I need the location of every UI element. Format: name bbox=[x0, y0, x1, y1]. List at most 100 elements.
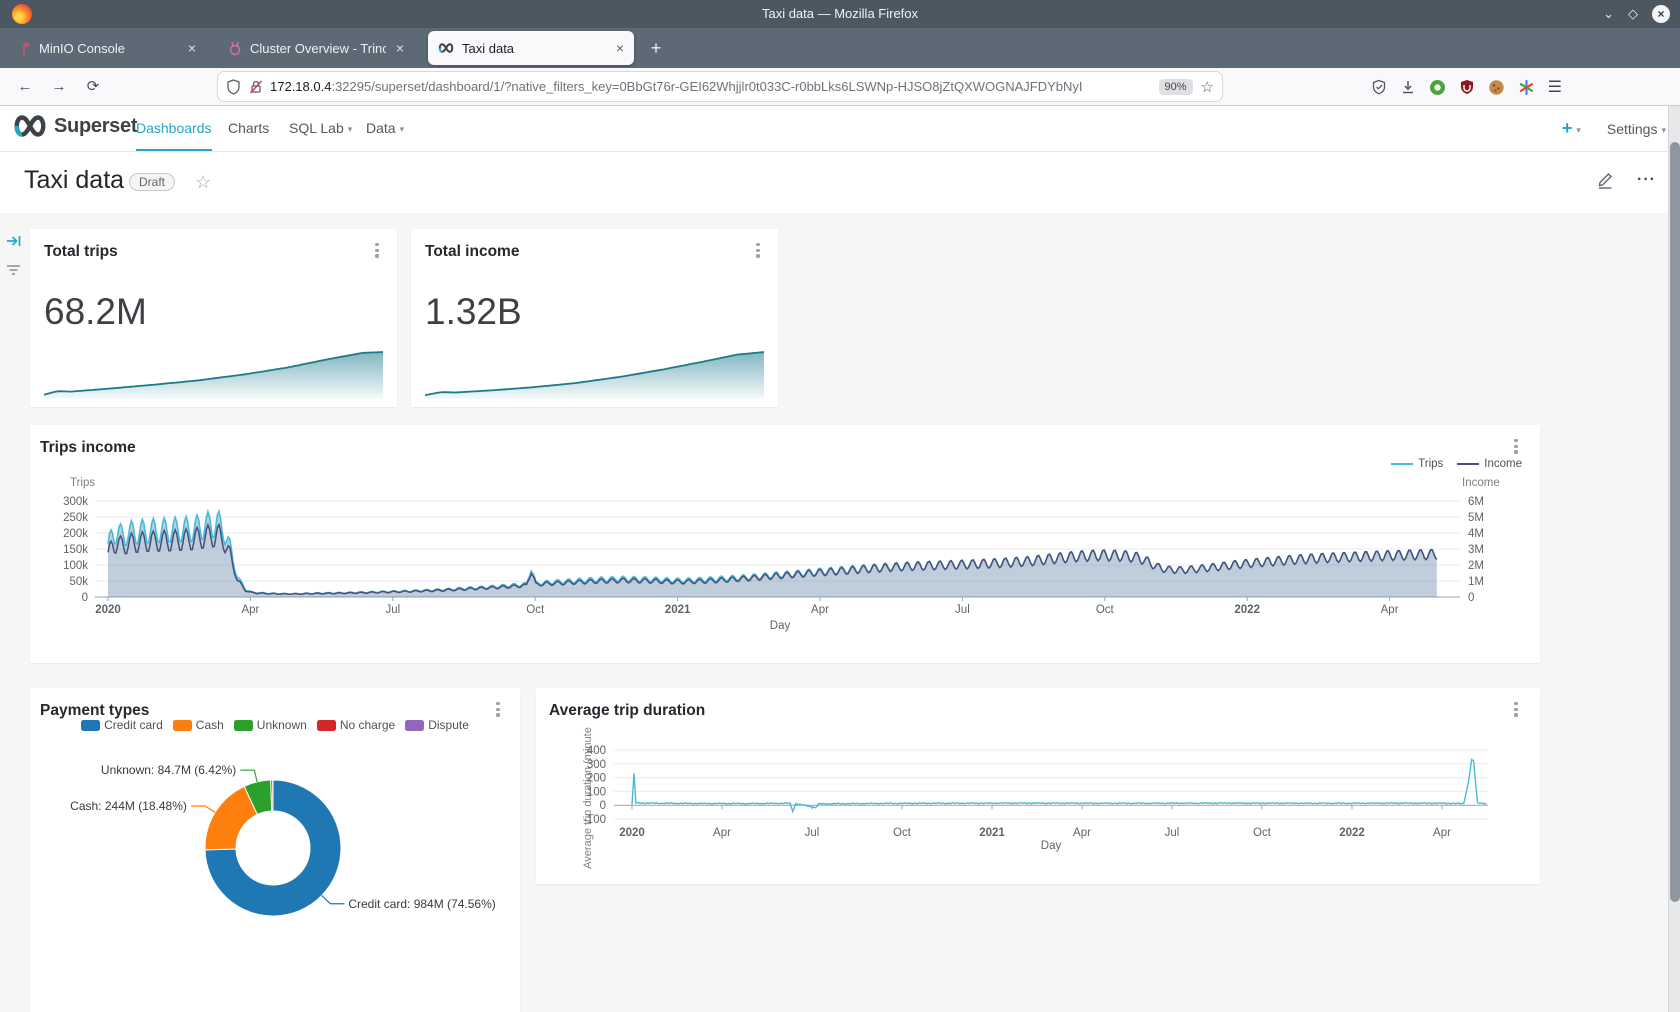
x-axis-tick-label: Oct bbox=[1253, 827, 1272, 839]
minio-flamingo-icon bbox=[18, 41, 31, 56]
scrollbar-thumb[interactable] bbox=[1670, 142, 1680, 902]
url-host: 172.18.0.4 bbox=[270, 79, 331, 94]
window-maximize-button[interactable]: ◇ bbox=[1628, 6, 1638, 22]
nav-item-data[interactable]: Data▾ bbox=[366, 106, 404, 151]
y-axis-tick-label: 0 bbox=[600, 800, 606, 812]
pie-annotation: Unknown: 84.7M (6.42%) bbox=[101, 763, 236, 777]
x-axis-tick-label: 2020 bbox=[619, 827, 645, 839]
big-number-value: 68.2M bbox=[44, 291, 147, 333]
tab-minio-console[interactable]: MinIO Console × bbox=[8, 31, 206, 65]
chevron-down-icon: ▾ bbox=[400, 124, 405, 134]
trino-bunny-icon bbox=[228, 41, 242, 56]
y-axis-tick-label: 0 bbox=[82, 592, 88, 604]
window-minimize-button[interactable]: ⌄ bbox=[1603, 6, 1614, 22]
tab-trino[interactable]: Cluster Overview - Trino × bbox=[218, 31, 414, 65]
x-axis-tick-label: Jul bbox=[805, 827, 820, 839]
nav-item-sql-lab[interactable]: SQL Lab▾ bbox=[289, 106, 352, 151]
tracking-shield-icon[interactable] bbox=[226, 79, 241, 95]
x-axis-tick-label: Oct bbox=[1096, 604, 1115, 616]
extension-green-icon[interactable] bbox=[1429, 79, 1446, 96]
browser-window: Taxi data — Mozilla Firefox ⌄ ◇ × MinIO … bbox=[0, 0, 1680, 1012]
chart-menu-kebab-icon[interactable] bbox=[752, 243, 764, 261]
y-axis-tick-label: 100 bbox=[587, 786, 606, 798]
avg-trip-duration-plot: 4003002001000-1002020AprJulOct2021AprJul… bbox=[536, 688, 1540, 884]
cookie-extension-icon[interactable] bbox=[1488, 79, 1505, 96]
x-axis-title: Day bbox=[1001, 840, 1101, 852]
y-axis-tick-label: -100 bbox=[583, 814, 606, 826]
page-scrollbar[interactable] bbox=[1668, 106, 1680, 1012]
x-axis-tick-label: 2021 bbox=[665, 604, 691, 616]
y-axis-tick-label: 100k bbox=[63, 560, 88, 572]
nav-item-dashboards[interactable]: Dashboards bbox=[136, 106, 212, 151]
x-axis-tick-label: Apr bbox=[241, 604, 259, 616]
edit-pencil-icon[interactable] bbox=[1595, 170, 1615, 190]
x-axis-tick-label: Jul bbox=[955, 604, 970, 616]
reload-button[interactable]: ⟳ bbox=[80, 74, 106, 100]
y-axis-tick-label: 4M bbox=[1468, 528, 1484, 540]
protections-shield-icon[interactable] bbox=[1371, 79, 1387, 95]
y-axis-tick-label: 300 bbox=[587, 759, 606, 771]
x-axis-tick-label: 2020 bbox=[95, 604, 121, 616]
chevron-down-icon: ▾ bbox=[1661, 125, 1666, 135]
insecure-lock-icon[interactable] bbox=[248, 79, 264, 95]
filter-funnel-icon[interactable] bbox=[5, 263, 22, 278]
superset-infinity-icon bbox=[12, 114, 48, 138]
window-close-button[interactable]: × bbox=[1652, 5, 1670, 23]
superset-brand-name: Superset bbox=[54, 115, 137, 138]
expand-filter-bar-icon[interactable] bbox=[5, 233, 22, 249]
x-axis-tick-label: Apr bbox=[713, 827, 731, 839]
payment-types-donut: Unknown: 84.7M (6.42%)Cash: 244M (18.48%… bbox=[30, 688, 520, 1012]
ublock-origin-icon[interactable] bbox=[1459, 79, 1475, 95]
chevron-down-icon: ▾ bbox=[1576, 125, 1581, 135]
tab-close-icon[interactable]: × bbox=[396, 40, 404, 56]
y-axis-tick-label: 200k bbox=[63, 528, 88, 540]
tab-strip: MinIO Console × Cluster Overview - Trino… bbox=[0, 28, 1680, 68]
new-object-button[interactable]: +▾ bbox=[1562, 118, 1581, 139]
superset-logo[interactable]: Superset bbox=[12, 114, 137, 138]
y-axis-tick-label: 250k bbox=[63, 512, 88, 524]
x-axis-tick-label: 2022 bbox=[1339, 827, 1365, 839]
url-text[interactable]: 172.18.0.4:32295/superset/dashboard/1/?n… bbox=[270, 79, 1151, 94]
bookmark-star-icon[interactable]: ☆ bbox=[1201, 78, 1214, 96]
tab-close-icon[interactable]: × bbox=[616, 40, 624, 56]
y-axis-tick-label: 200 bbox=[587, 773, 606, 785]
tab-taxi-data-active[interactable]: Taxi data × bbox=[428, 31, 634, 65]
y-axis-tick-label: 3M bbox=[1468, 544, 1484, 556]
superset-tab-icon bbox=[438, 43, 454, 53]
y-axis-tick-label: 50k bbox=[69, 576, 88, 588]
favorite-star-icon[interactable]: ☆ bbox=[195, 172, 211, 193]
chart-card-total-trips: Total trips 68.2M bbox=[30, 229, 397, 407]
nav-item-charts[interactable]: Charts bbox=[228, 106, 269, 151]
tab-label: Cluster Overview - Trino bbox=[250, 41, 386, 56]
pie-annotation: Credit card: 984M (74.56%) bbox=[348, 897, 495, 911]
x-axis-tick-label: Oct bbox=[893, 827, 912, 839]
chart-card-trips-income: Trips income TripsIncome 300k6M250k5M200… bbox=[30, 425, 1540, 663]
x-axis-tick-label: 2022 bbox=[1234, 604, 1260, 616]
y-axis-tick-label: 300k bbox=[63, 496, 88, 508]
chart-card-avg-trip-duration: Average trip duration Average trip durat… bbox=[536, 688, 1540, 884]
y-axis-title-right: Income bbox=[1462, 477, 1500, 489]
tab-label: Taxi data bbox=[462, 41, 606, 56]
settings-menu[interactable]: Settings▾ bbox=[1607, 121, 1666, 137]
tab-close-icon[interactable]: × bbox=[188, 40, 196, 56]
dashboard-header: Taxi data Draft ☆ ··· bbox=[0, 152, 1680, 213]
forward-button[interactable]: → bbox=[46, 74, 72, 100]
back-button[interactable]: ← bbox=[12, 74, 38, 100]
x-axis-tick-label: Apr bbox=[811, 604, 829, 616]
menu-hamburger-icon[interactable]: ☰ bbox=[1548, 77, 1562, 97]
y-axis-tick-label: 2M bbox=[1468, 560, 1484, 572]
downloads-icon[interactable] bbox=[1400, 79, 1416, 95]
superset-navbar: Superset Dashboards Charts SQL Lab▾ Data… bbox=[0, 106, 1680, 152]
url-bar[interactable]: 172.18.0.4:32295/superset/dashboard/1/?n… bbox=[218, 72, 1222, 101]
y-axis-tick-label: 5M bbox=[1468, 512, 1484, 524]
y-axis-title-left: Trips bbox=[70, 477, 95, 489]
chart-menu-kebab-icon[interactable] bbox=[371, 243, 383, 261]
url-path: :32295/superset/dashboard/1/?native_filt… bbox=[331, 79, 1082, 94]
chart-card-total-income: Total income 1.32B bbox=[411, 229, 778, 407]
page-zoom-badge[interactable]: 90% bbox=[1159, 79, 1193, 95]
more-actions-icon[interactable]: ··· bbox=[1637, 171, 1656, 189]
new-tab-button[interactable]: + bbox=[644, 36, 668, 60]
x-axis-tick-label: Oct bbox=[526, 604, 545, 616]
color-asterisk-extension-icon[interactable] bbox=[1518, 79, 1535, 96]
trend-sparkline bbox=[425, 347, 764, 399]
